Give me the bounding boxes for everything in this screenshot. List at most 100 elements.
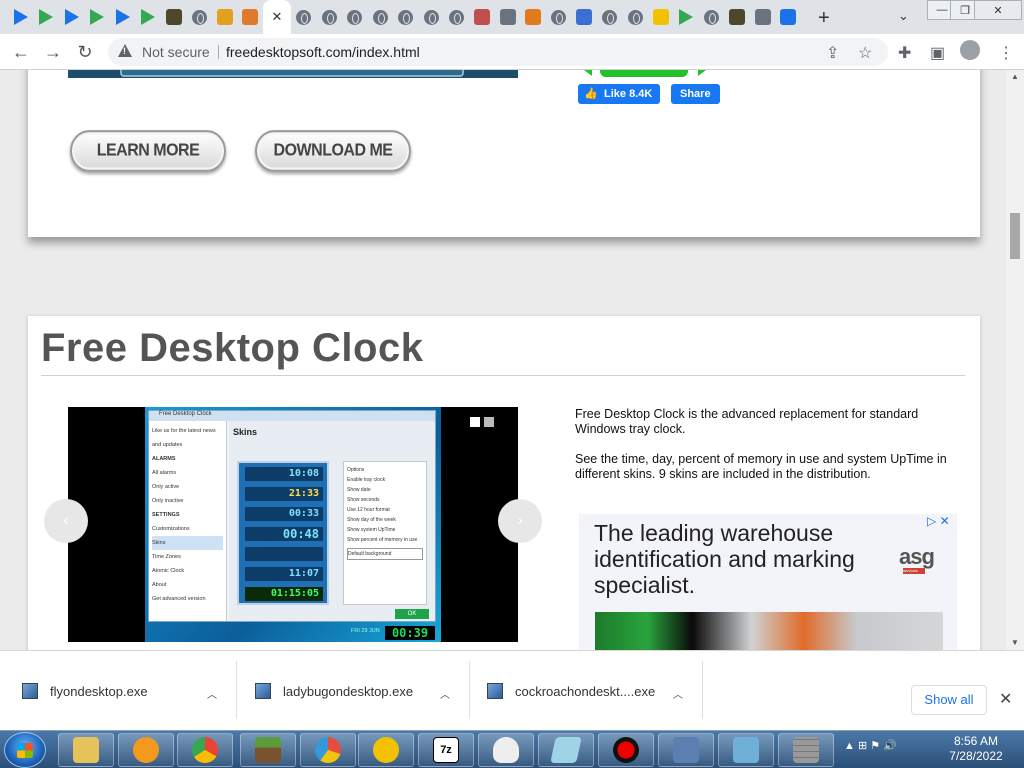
green-right-arrow-icon[interactable] — [698, 70, 706, 76]
scroll-up-icon[interactable]: ▲ — [1011, 72, 1019, 81]
tab-globe-icon[interactable] — [419, 0, 444, 34]
orange-g-icon — [525, 9, 541, 25]
tab-play-icon[interactable] — [59, 0, 84, 34]
learn-more-button[interactable]: LEARN MORE — [70, 130, 226, 172]
menu-kebab-icon[interactable]: ⋮ — [998, 43, 1014, 63]
reload-button[interactable]: ↻ — [74, 41, 96, 63]
address-bar[interactable]: Not secure freedesktopsoft.com/index.htm… — [108, 38, 888, 66]
chevron-up-icon[interactable]: ︿ — [207, 686, 217, 701]
taskbar-minecraft[interactable] — [240, 733, 296, 767]
close-downloads-icon[interactable]: ✕ — [999, 689, 1012, 709]
tab-globe-icon[interactable] — [546, 0, 571, 34]
ad-headline[interactable]: The leading warehouse identification and… — [594, 520, 894, 598]
screenshot-slider[interactable]: Free Desktop Clock Like us for the lates… — [68, 407, 518, 642]
tab-play-icon[interactable] — [136, 0, 161, 34]
system-clock[interactable]: 8:56 AM 7/28/2022 — [936, 734, 1016, 764]
tab-globe-icon[interactable] — [317, 0, 342, 34]
screenshot-sidebar-item: Like us for the latest news and updates — [152, 428, 216, 448]
taskbar-media-player[interactable] — [118, 733, 174, 767]
tab-chat-yellow-icon[interactable] — [648, 0, 673, 34]
windows-taskbar: 7z ▲ ⊞ ⚑ 🔊 8:56 AM 7/28/2022 — [0, 730, 1024, 768]
taskbar-7zip[interactable]: 7z — [418, 733, 474, 767]
bookmark-star-icon[interactable]: ☆ — [858, 43, 872, 63]
tab-play-icon[interactable] — [8, 0, 33, 34]
minecraft-icon — [255, 737, 281, 763]
tab-gear-icon[interactable] — [495, 0, 520, 34]
system-tray[interactable]: ▲ ⊞ ⚑ 🔊 — [844, 739, 897, 752]
tab-search-button[interactable]: ⌄ — [898, 8, 909, 24]
scroll-down-icon[interactable]: ▼ — [1011, 638, 1019, 647]
tab-globe-icon[interactable] — [368, 0, 393, 34]
taskbar-timer[interactable] — [300, 733, 356, 767]
taskbar-hat[interactable] — [478, 733, 534, 767]
tab-orange-g-icon[interactable] — [521, 0, 546, 34]
download-item[interactable]: ladybugondesktop.exe — [255, 679, 413, 703]
tab-play-icon[interactable] — [110, 0, 135, 34]
ad-choices-icon[interactable]: ▷ ✕ — [927, 514, 950, 528]
tab-globe-icon[interactable] — [699, 0, 724, 34]
tab-gear-icon[interactable] — [750, 0, 775, 34]
facebook-share-button[interactable]: Share — [671, 84, 720, 104]
tab-download-icon[interactable] — [776, 0, 801, 34]
tab-globe-icon[interactable] — [393, 0, 418, 34]
tab-chain-icon[interactable] — [572, 0, 597, 34]
slider-next-arrow-icon[interactable]: › — [498, 499, 542, 543]
download-me-button[interactable]: DOWNLOAD ME — [255, 130, 411, 172]
extensions-icon[interactable]: ✚ — [898, 43, 911, 63]
tab-castle-icon[interactable] — [725, 0, 750, 34]
chevron-up-icon[interactable]: ︿ — [440, 686, 450, 701]
slider-dot-active[interactable] — [470, 417, 480, 427]
clock-date: 7/28/2022 — [949, 749, 1003, 763]
download-item[interactable]: cockroachondeskt....exe — [487, 679, 655, 703]
back-button[interactable]: ← — [10, 41, 32, 63]
security-label[interactable]: Not secure — [142, 44, 210, 60]
tab-bmw-icon[interactable] — [238, 0, 263, 34]
taskbar-explorer[interactable] — [58, 733, 114, 767]
tab-globe-icon[interactable] — [342, 0, 367, 34]
tab-globe-icon[interactable] — [623, 0, 648, 34]
ad-image[interactable] — [595, 612, 943, 650]
slider-prev-arrow-icon[interactable]: ‹ — [44, 499, 88, 543]
taskbar-chat[interactable] — [358, 733, 414, 767]
side-panel-icon[interactable]: ▣ — [930, 43, 945, 63]
active-tab[interactable]: ✕ — [263, 0, 291, 34]
tab-globe-icon[interactable] — [187, 0, 212, 34]
taskbar-notebook[interactable] — [538, 733, 594, 767]
gear-icon — [754, 9, 771, 25]
new-tab-button[interactable]: + — [818, 7, 830, 30]
ad-logo[interactable]: asg services — [899, 544, 949, 574]
close-window-button[interactable]: ✕ — [974, 0, 1022, 20]
taskbar-chrome[interactable] — [177, 733, 233, 767]
slider-dot[interactable] — [484, 417, 494, 427]
show-all-downloads-button[interactable]: Show all — [911, 685, 987, 715]
taskbar-recorder[interactable] — [598, 733, 654, 767]
tab-colorbar-icon[interactable] — [212, 0, 237, 34]
page-scrollbar[interactable]: ▲ ▼ — [1006, 70, 1024, 650]
green-left-arrow-icon[interactable] — [584, 70, 592, 76]
download-item[interactable]: flyondesktop.exe — [22, 679, 148, 703]
taskbar-control-panel[interactable] — [718, 733, 774, 767]
taskbar-network[interactable] — [658, 733, 714, 767]
profile-avatar-icon[interactable] — [960, 40, 980, 60]
globe-icon — [423, 9, 439, 25]
taskbar-wall[interactable] — [778, 733, 834, 767]
scroll-thumb[interactable] — [1010, 213, 1020, 259]
facebook-like-button[interactable]: Like 8.4K — [578, 84, 661, 104]
tab-play-icon[interactable] — [674, 0, 699, 34]
url-text[interactable]: freedesktopsoft.com/index.html — [226, 44, 420, 60]
tab-globe-icon[interactable] — [597, 0, 622, 34]
tab-globe-icon[interactable] — [291, 0, 316, 34]
close-tab-icon[interactable]: ✕ — [272, 9, 283, 25]
tab-play-icon[interactable] — [34, 0, 59, 34]
chevron-up-icon[interactable]: ︿ — [673, 686, 683, 701]
tab-castle-icon[interactable] — [161, 0, 186, 34]
advertisement[interactable]: ▷ ✕ The leading warehouse identification… — [579, 514, 957, 650]
tab-play-icon[interactable] — [85, 0, 110, 34]
green-banner-button[interactable] — [600, 70, 688, 77]
warning-icon[interactable] — [118, 44, 132, 57]
tab-globe-icon[interactable] — [444, 0, 469, 34]
forward-button[interactable]: → — [42, 41, 64, 63]
tab-stripes-icon[interactable] — [470, 0, 495, 34]
start-button[interactable] — [4, 732, 46, 768]
share-icon[interactable]: ⇪ — [826, 43, 839, 63]
